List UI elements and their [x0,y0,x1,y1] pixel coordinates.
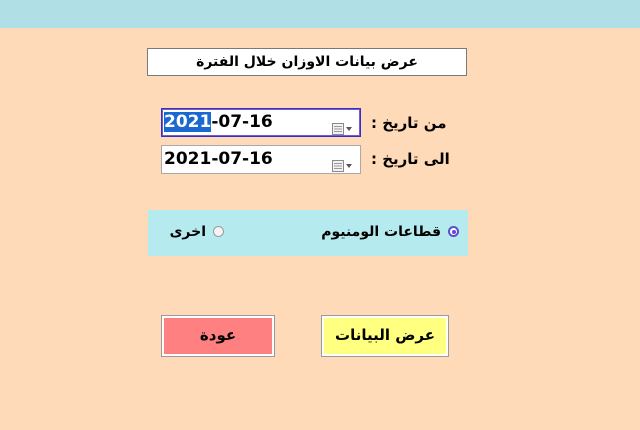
radio-other[interactable] [213,226,224,237]
back-button[interactable]: عودة [161,315,275,357]
calendar-dropdown-icon[interactable] [332,117,354,135]
to-date-value: 2021-07-16 [164,149,273,169]
category-radio-group: قطاعات الومنيوم اخرى [148,210,468,256]
from-date-input[interactable]: 2021-07-16 [161,108,361,137]
from-date-rest: -07-16 [211,112,273,132]
radio-aluminum-label[interactable]: قطاعات الومنيوم [321,224,441,240]
from-date-year-selected: 2021 [164,112,212,132]
radio-aluminum[interactable] [448,226,459,237]
page-title: عرض بيانات الاوزان خلال الفترة [147,48,467,76]
to-date-label: الى تاريخ : [371,150,450,168]
show-data-button[interactable]: عرض البيانات [321,315,449,357]
calendar-dropdown-icon[interactable] [332,154,354,172]
from-date-label: من تاريخ : [371,114,447,132]
top-bar [0,0,640,28]
to-date-input[interactable]: 2021-07-16 [161,145,361,174]
radio-other-label[interactable]: اخرى [170,224,206,240]
